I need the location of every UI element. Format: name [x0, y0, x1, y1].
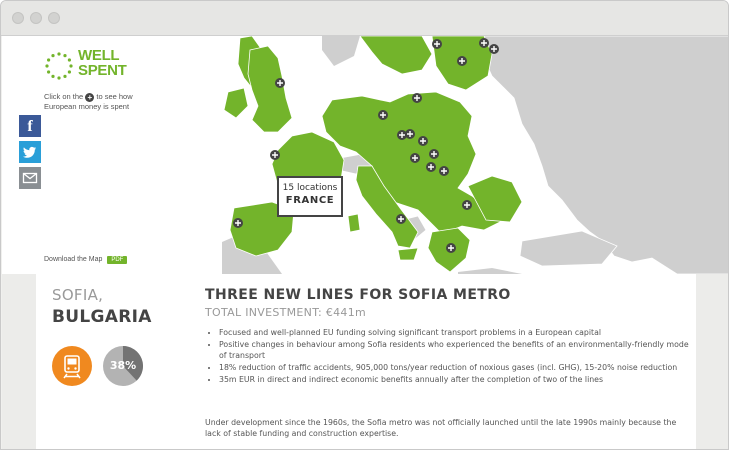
browser-window: WELL SPENT Click on the + to see how Eur…: [0, 0, 729, 450]
list-item: Positive changes in behaviour among Sofi…: [219, 339, 697, 361]
list-item: 18% reduction of traffic accidents, 905,…: [219, 362, 697, 373]
sardinia: [347, 213, 361, 233]
plus-icon: +: [85, 93, 95, 102]
facebook-share-button[interactable]: f: [19, 115, 41, 137]
download-map-link[interactable]: Download the Map PDF: [44, 256, 128, 264]
pdf-badge[interactable]: PDF: [107, 256, 128, 264]
project-title: THREE NEW LINES FOR SOFIA METRO: [205, 287, 511, 303]
funding-share-label: 38%: [109, 359, 137, 372]
map-hint: Click on the + to see how European money…: [44, 92, 149, 112]
project-country: BULGARIA: [52, 307, 152, 327]
title-bar: [1, 1, 728, 36]
logo-line-2: SPENT: [78, 62, 127, 79]
page-content: WELL SPENT Click on the + to see how Eur…: [2, 36, 729, 449]
logo-text: WELL SPENT: [78, 48, 127, 78]
facebook-icon: f: [27, 118, 33, 135]
hint-before: Click on the: [44, 92, 84, 101]
project-detail-panel: SOFIA, BULGARIA 38% THREE NEW LINES FOR …: [36, 274, 697, 449]
well-spent-logo[interactable]: WELL SPENT: [44, 48, 144, 88]
window-close-dot[interactable]: [12, 12, 24, 24]
list-item: Focused and well-planned EU funding solv…: [219, 327, 697, 338]
project-benefits-list: Focused and well-planned EU funding solv…: [205, 327, 697, 386]
europe-map[interactable]: [222, 36, 729, 274]
window-minimize-dot[interactable]: [30, 12, 42, 24]
callout-locations: 15 locations: [282, 183, 338, 193]
eu-stars-icon: [45, 52, 73, 80]
callout-country: FRANCE: [285, 195, 335, 206]
transport-category-badge: [52, 346, 92, 386]
total-investment: TOTAL INVESTMENT: €441m: [205, 306, 367, 319]
location-callout[interactable]: 15 locations FRANCE: [277, 176, 343, 217]
tram-icon: [63, 355, 81, 379]
project-description: Under development since the 1960s, the S…: [205, 418, 677, 438]
envelope-icon: [22, 172, 38, 184]
window-maximize-dot[interactable]: [48, 12, 60, 24]
download-label: Download the Map: [44, 256, 103, 263]
twitter-share-button[interactable]: [19, 141, 41, 163]
list-item: 35m EUR in direct and indirect economic …: [219, 374, 697, 385]
twitter-bird-icon: [23, 146, 36, 158]
logo-line-1: WELL: [78, 47, 120, 64]
sicily: [397, 247, 419, 261]
project-city: SOFIA,: [52, 286, 104, 304]
email-share-button[interactable]: [19, 167, 41, 189]
